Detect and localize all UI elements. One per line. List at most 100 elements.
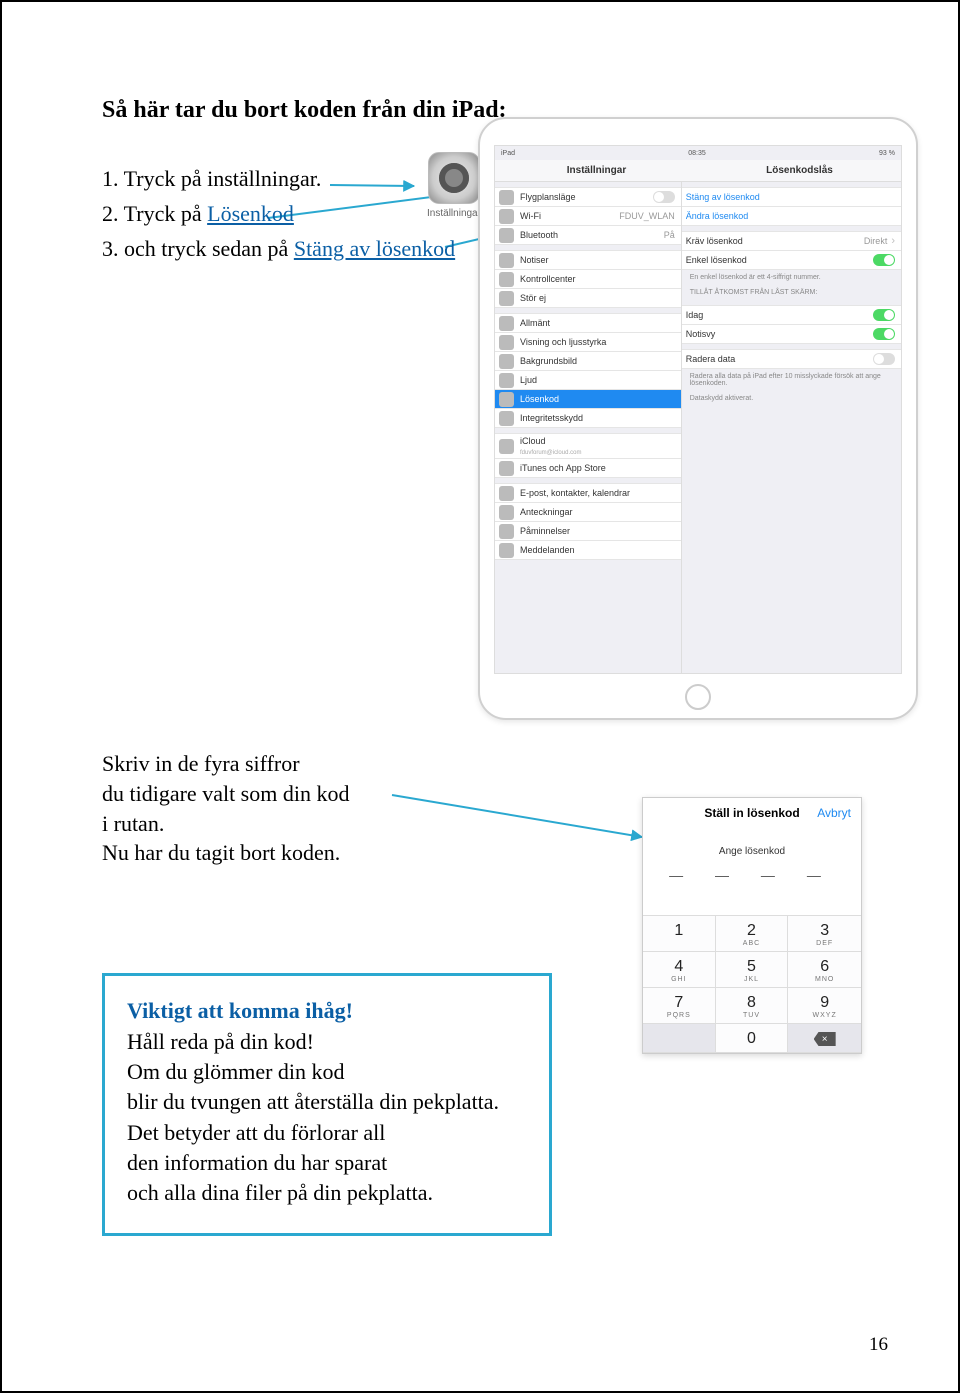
row-label: Ändra lösenkod [686,211,895,221]
row-icon [499,486,514,501]
important-line: Håll reda på din kod! [127,1027,527,1057]
title-left: Inställningar [495,160,698,182]
keypad-key[interactable]: 9WXYZ [788,988,861,1024]
settings-row[interactable]: Integritetsskydd [495,408,681,428]
settings-app-label: Inställningar [422,208,486,219]
settings-row[interactable]: Visning och ljusstyrka [495,332,681,352]
toggle-switch[interactable] [873,353,895,365]
keypad-key[interactable]: 2ABC [716,916,789,952]
row-label: Bakgrundsbild [520,356,675,366]
row-icon [499,291,514,306]
keypad-key[interactable]: 7PQRS [643,988,716,1024]
step-2-prefix: 2. Tryck på [102,201,207,226]
toggle-switch[interactable] [873,328,895,340]
row-label: Kontrollcenter [520,274,675,284]
keypad-key[interactable]: 0 [716,1024,789,1053]
detail-row[interactable]: Radera data [682,349,901,369]
row-icon [499,228,514,243]
settings-row[interactable]: Flygplansläge [495,187,681,207]
row-icon [499,190,514,205]
keypad-blank [643,1024,716,1053]
detail-row[interactable]: Stäng av lösenkod [682,187,901,207]
keypad-key[interactable]: 4GHI [643,952,716,988]
row-label: Notiser [520,255,675,265]
row-icon [499,316,514,331]
detail-row[interactable]: Enkel lösenkod [682,250,901,270]
instruction-line: Skriv in de fyra siffror [102,749,862,779]
row-icon [499,505,514,520]
keypad: 12ABC3DEF 4GHI5JKL6MNO 7PQRS8TUV9WXYZ0 × [643,915,861,1053]
settings-row[interactable]: Anteckningar [495,502,681,522]
home-button[interactable] [685,684,711,710]
settings-row[interactable]: Wi-Fi FDUV_WLAN [495,206,681,226]
detail-row[interactable]: Ändra lösenkod [682,206,901,226]
row-icon [499,209,514,224]
settings-nav: Flygplansläge Wi-Fi FDUV_WLAN BluetoothPå No… [495,182,682,673]
settings-row[interactable]: Notiser [495,250,681,270]
row-icon [499,439,514,454]
row-icon [499,524,514,539]
keypad-key[interactable]: 6MNO [788,952,861,988]
passcode-dialog: Ställ in lösenkod Avbryt Ange lösenkod —… [642,797,862,1054]
row-label: E-post, kontakter, kalendrar [520,488,675,498]
row-label: Visning och ljusstyrka [520,337,675,347]
dialog-prompt: Ange lösenkod [643,846,861,857]
settings-row[interactable]: Kontrollcenter [495,269,681,289]
settings-detail: Stäng av lösenkod Ändra lösenkod Kräv löse… [682,182,901,673]
row-icon [499,354,514,369]
cancel-button[interactable]: Avbryt [817,806,851,820]
ipad-screen: iPad 08:35 93 % Inställningar Lösenkodsl… [494,145,902,674]
backspace-key[interactable]: × [788,1024,861,1053]
detail-row[interactable]: Notisvy [682,324,901,344]
title-right: Lösenkodslås [698,160,901,182]
row-icon [499,411,514,426]
status-left: iPad [501,150,515,157]
backspace-icon: × [814,1032,836,1046]
keypad-key[interactable]: 8TUV [716,988,789,1024]
keypad-key[interactable]: 3DEF [788,916,861,952]
settings-row[interactable]: E-post, kontakter, kalendrar [495,483,681,503]
row-label: Integritetsskydd [520,413,675,423]
row-label: Idag [686,310,873,320]
settings-row[interactable]: Ljud [495,370,681,390]
row-label: iTunes och App Store [520,463,675,473]
row-label: Lösenkod [520,394,675,404]
settings-row[interactable]: Bakgrundsbild [495,351,681,371]
settings-row[interactable]: Stör ej [495,288,681,308]
toggle-switch[interactable] [653,191,675,203]
row-label: Ljud [520,375,675,385]
settings-row[interactable]: Lösenkod [495,389,681,409]
settings-row[interactable]: BluetoothPå [495,225,681,245]
keypad-key[interactable]: 5JKL [716,952,789,988]
settings-row[interactable]: Meddelanden [495,540,681,560]
important-box: Viktigt att komma ihåg! Håll reda på din… [102,973,552,1236]
detail-row[interactable]: Kräv lösenkodDirekt› [682,231,901,251]
keypad-key[interactable]: 1 [643,916,716,952]
settings-row[interactable]: Påminnelser [495,521,681,541]
settings-row[interactable]: Allmänt [495,313,681,333]
row-icon [499,461,514,476]
section-caption: En enkel lösenkod är ett 4-siffrigt numm… [682,270,901,285]
row-icon [499,335,514,350]
passcode-dashes: — — — — [643,867,861,883]
gear-icon[interactable] [428,152,480,204]
row-icon [499,543,514,558]
row-label: Stäng av lösenkod [686,192,895,202]
detail-row[interactable]: Idag [682,305,901,325]
page-number: 16 [869,1334,888,1356]
row-label: Radera data [686,354,873,364]
row-label: Wi-Fi [520,211,615,221]
link-stang-av-losenkod: Stäng av lösenkod [294,236,455,261]
row-label: Anteckningar [520,507,675,517]
dialog-title: Ställ in lösenkod [704,806,799,820]
important-line: den information du har sparat [127,1148,527,1178]
settings-row[interactable]: iTunes och App Store [495,458,681,478]
settings-row[interactable]: iCloudfduvforum@icloud.com [495,433,681,459]
row-value: FDUV_WLAN [619,211,675,221]
important-line: Det betyder att du förlorar all [127,1118,527,1148]
toggle-switch[interactable] [873,254,895,266]
step-3-prefix: 3. och tryck sedan på [102,236,294,261]
toggle-switch[interactable] [873,309,895,321]
dialog-header: Ställ in lösenkod Avbryt [643,798,861,828]
row-label: Påminnelser [520,526,675,536]
